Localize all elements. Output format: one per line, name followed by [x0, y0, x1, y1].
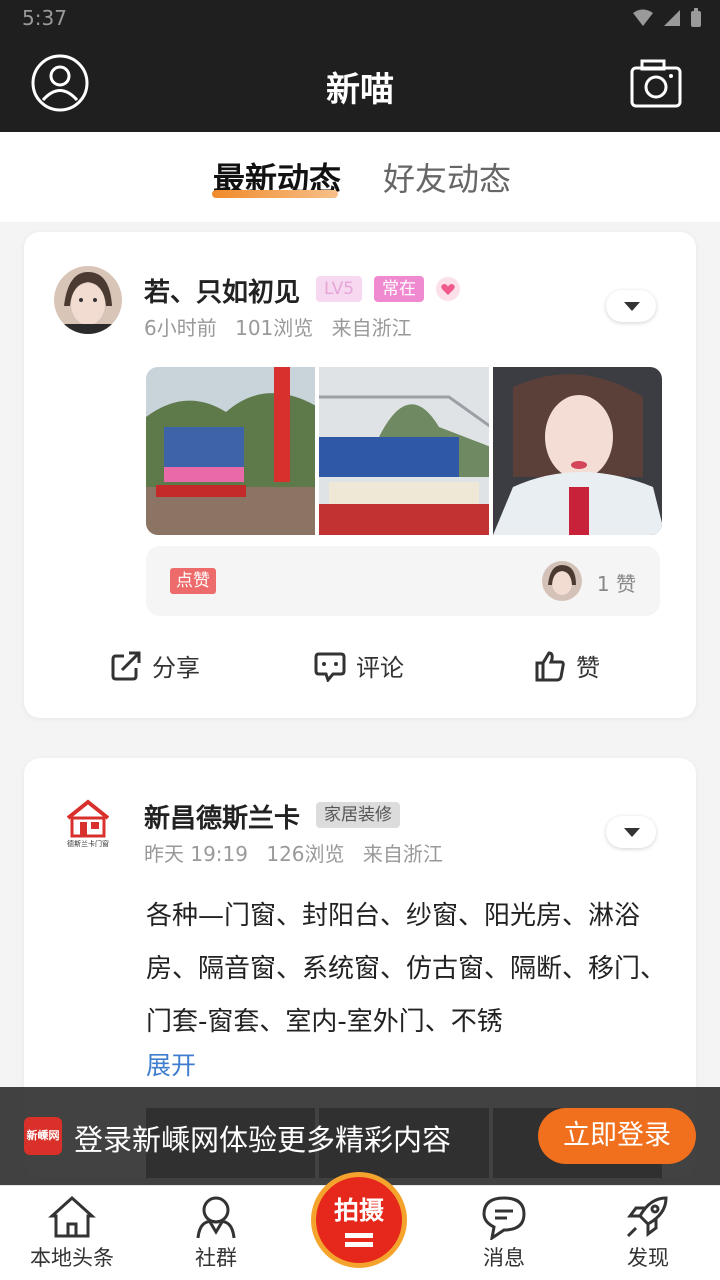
heart-icon	[436, 277, 460, 301]
like-count: 1 赞	[596, 572, 636, 596]
app-logo: 新嵊网	[24, 1117, 62, 1155]
post-location: 来自浙江	[362, 842, 443, 866]
login-prompt: 登录新嵊网体验更多精彩内容	[74, 1123, 452, 1157]
post-location: 来自浙江	[331, 316, 412, 340]
camera-icon[interactable]	[630, 58, 682, 110]
app-header: 新喵	[0, 36, 720, 132]
page-title: 新喵	[326, 70, 394, 110]
post-username[interactable]: 若、只如初见	[144, 272, 300, 309]
nav-label: 社群	[195, 1246, 237, 1270]
shoot-icon	[345, 1233, 373, 1238]
like-summary: 点赞 1 赞	[146, 546, 660, 616]
nav-item-home[interactable]: 本地头条	[17, 1194, 127, 1272]
tab-friends[interactable]: 好友动态	[383, 154, 511, 200]
shoot-button[interactable]: 拍摄	[311, 1172, 407, 1268]
status-time: 5:37	[22, 6, 67, 30]
post-meta: 昨天 19:19 126浏览 来自浙江	[144, 838, 455, 867]
liker-avatar[interactable]	[542, 561, 582, 601]
like-tag: 点赞	[170, 568, 216, 594]
post-text: 各种—门窗、封阳台、纱窗、阳光房、淋浴房、隔音窗、系统窗、仿古窗、隔断、移门、门…	[146, 901, 667, 1037]
message-icon	[482, 1196, 526, 1240]
category-badge: 家居装修	[316, 802, 400, 828]
nav-item-community[interactable]: 社群	[161, 1194, 271, 1272]
bottom-nav: 本地头条 社群 拍摄 消息 发现	[0, 1172, 720, 1280]
photo-thumbnail[interactable]	[146, 367, 316, 535]
comment-button[interactable]: 评论	[314, 648, 404, 683]
login-banner: 新嵊网 登录新嵊网体验更多精彩内容 立即登录	[0, 1087, 720, 1185]
nav-label: 消息	[483, 1246, 525, 1270]
share-label: 分享	[152, 654, 200, 682]
post-photos	[146, 367, 662, 535]
photo-thumbnail[interactable]	[492, 367, 662, 535]
comment-icon	[314, 652, 346, 682]
home-icon	[48, 1195, 96, 1238]
wifi-icon	[633, 9, 653, 26]
like-label: 赞	[576, 654, 600, 682]
battery-icon	[691, 8, 701, 27]
post-username[interactable]: 新昌德斯兰卡	[144, 798, 300, 835]
nav-label: 发现	[627, 1246, 669, 1270]
nav-item-discover[interactable]: 发现	[593, 1194, 703, 1272]
post-views: 126浏览	[266, 842, 345, 866]
shoot-icon-bar	[345, 1242, 373, 1247]
post-time: 昨天 19:19	[144, 842, 248, 866]
rocket-icon	[626, 1196, 668, 1238]
expand-link[interactable]: 展开	[146, 1046, 196, 1082]
logo-text: 德斯兰卡门窗	[67, 839, 109, 848]
level-badge: LV5	[316, 276, 363, 302]
more-dropdown-button[interactable]	[606, 290, 656, 322]
merchant-logo[interactable]: 德斯兰卡门窗	[54, 792, 122, 860]
post-card: 若、只如初见 LV5 常在 6小时前 101浏览 来自浙江 点赞 1 赞 分享 …	[24, 232, 696, 718]
shoot-label: 拍摄	[333, 1196, 384, 1225]
title-badge: 常在	[374, 276, 424, 302]
active-tab-indicator	[212, 190, 338, 198]
avatar[interactable]	[54, 266, 122, 334]
nav-label: 本地头条	[30, 1246, 114, 1270]
status-bar: 5:37	[0, 0, 720, 36]
feed-tabs: 最新动态 好友动态	[0, 132, 720, 222]
more-dropdown-button[interactable]	[606, 816, 656, 848]
post-views: 101浏览	[235, 316, 314, 340]
like-button[interactable]: 赞	[534, 648, 600, 683]
login-button[interactable]: 立即登录	[538, 1108, 696, 1164]
share-button[interactable]: 分享	[110, 648, 200, 683]
post-meta: 6小时前 101浏览 来自浙江	[144, 312, 424, 341]
comment-label: 评论	[356, 654, 404, 682]
signal-icon	[664, 10, 680, 26]
photo-thumbnail[interactable]	[319, 367, 489, 535]
share-icon	[111, 651, 141, 680]
community-icon	[196, 1196, 236, 1239]
system-icons	[632, 8, 702, 28]
thumbs-up-icon	[535, 650, 565, 681]
nav-item-messages[interactable]: 消息	[449, 1194, 559, 1272]
post-actions: 分享 评论 赞	[24, 642, 696, 692]
post-time: 6小时前	[144, 316, 217, 340]
